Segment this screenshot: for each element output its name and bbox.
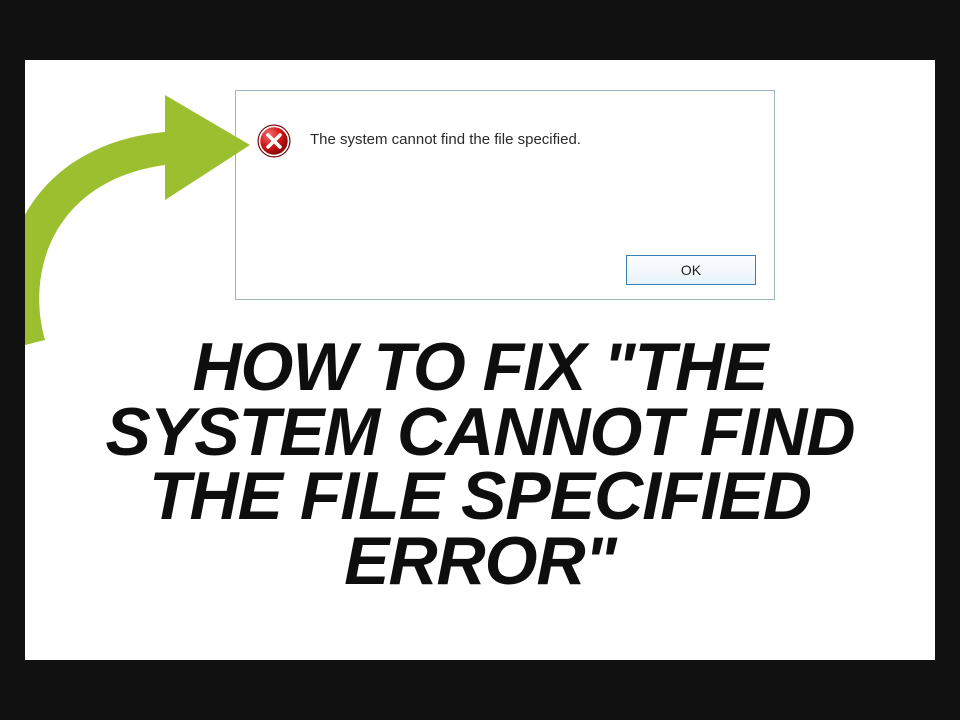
- arrow-icon: [25, 90, 255, 350]
- dialog-footer: OK: [626, 255, 756, 285]
- thumbnail-canvas: The system cannot find the file specifie…: [25, 60, 935, 660]
- error-dialog: The system cannot find the file specifie…: [235, 90, 775, 300]
- ok-button[interactable]: OK: [626, 255, 756, 285]
- dialog-message: The system cannot find the file specifie…: [310, 123, 581, 148]
- error-icon: [256, 123, 292, 159]
- headline-text: HOW TO FIX "THE SYSTEM CANNOT FIND THE F…: [25, 335, 935, 593]
- dialog-body: The system cannot find the file specifie…: [236, 91, 774, 159]
